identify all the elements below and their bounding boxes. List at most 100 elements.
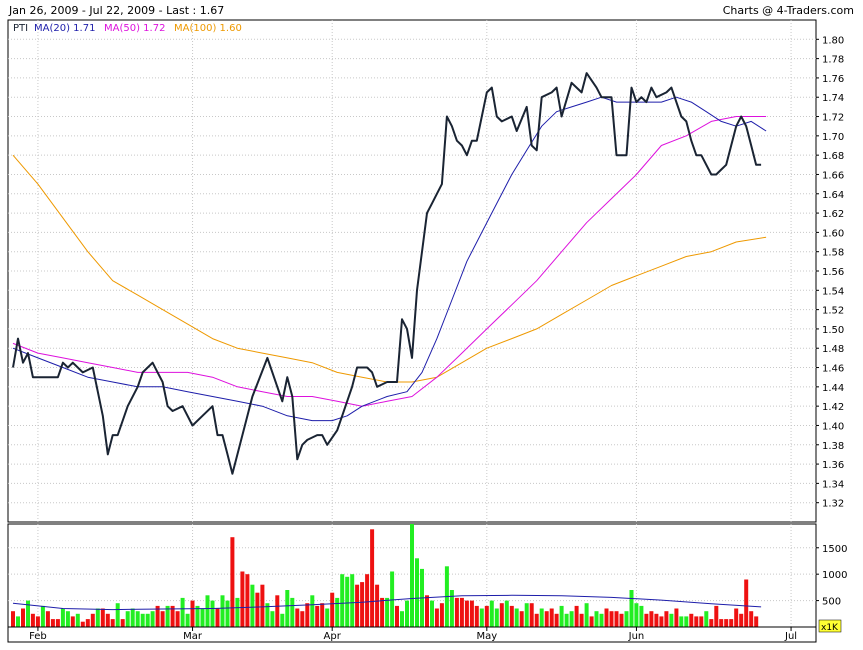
volume-bar xyxy=(150,611,155,627)
volume-bar xyxy=(614,611,619,627)
volume-bar xyxy=(579,613,584,627)
volume-bar xyxy=(464,600,469,627)
volume-bar xyxy=(290,597,295,627)
price-tick-label: 1.74 xyxy=(822,93,844,104)
volume-bar xyxy=(380,597,385,627)
volume-bar xyxy=(674,608,679,627)
volume-bar xyxy=(245,574,250,627)
volume-bar xyxy=(589,616,594,627)
volume-bar xyxy=(724,619,729,627)
volume-bar xyxy=(554,613,559,627)
volume-bar xyxy=(140,613,145,627)
volume-bar xyxy=(260,584,265,627)
volume-bar xyxy=(320,603,325,627)
volume-bar xyxy=(275,595,280,627)
volume-bar xyxy=(45,611,50,627)
volume-bar xyxy=(135,611,140,627)
volume-bar xyxy=(21,608,25,627)
volume-bar xyxy=(130,608,135,627)
volume-bar xyxy=(569,611,574,627)
volume-bar xyxy=(699,616,704,627)
legend-ma100: MA(100) 1.60 xyxy=(174,23,242,34)
price-tick-label: 1.58 xyxy=(822,248,844,259)
volume-bar xyxy=(285,590,290,627)
volume-bar xyxy=(110,619,115,627)
price-panel xyxy=(7,19,817,523)
price-tick-label: 1.60 xyxy=(822,228,844,239)
price-tick-label: 1.32 xyxy=(822,499,844,510)
legend-ma50: MA(50) 1.72 xyxy=(104,23,165,34)
price-tick-label: 1.48 xyxy=(822,344,844,355)
volume-bar xyxy=(425,595,429,627)
volume-bar xyxy=(454,597,459,627)
volume-bar xyxy=(400,611,404,627)
volume-bar xyxy=(549,608,554,627)
price-tick-label: 1.54 xyxy=(822,286,844,297)
volume-bar xyxy=(85,619,90,627)
volume-bar xyxy=(489,600,494,627)
volume-bar xyxy=(639,605,644,627)
volume-bar xyxy=(669,613,674,627)
volume-bar xyxy=(509,605,514,627)
volume-tick-label: 1500 xyxy=(822,544,847,555)
volume-bar xyxy=(754,616,759,627)
price-tick-label: 1.78 xyxy=(822,55,844,66)
volume-bar xyxy=(714,605,719,627)
volume-bar xyxy=(459,597,464,627)
volume-bar xyxy=(729,619,734,627)
volume-bar xyxy=(270,611,275,627)
volume-bar xyxy=(689,613,694,627)
price-tick-label: 1.42 xyxy=(822,402,844,413)
volume-bar xyxy=(609,611,614,627)
volume-bar xyxy=(365,574,370,627)
volume-bar xyxy=(55,619,60,627)
price-tick-label: 1.80 xyxy=(822,35,844,46)
volume-bar xyxy=(584,603,589,627)
x-tick-label: May xyxy=(476,631,497,642)
volume-bar xyxy=(529,603,534,627)
volume-bar xyxy=(50,619,55,627)
price-tick-label: 1.70 xyxy=(822,132,844,143)
volume-y-axis: 500 1000 1500 xyxy=(816,544,847,608)
volume-bar xyxy=(624,611,629,627)
volume-bar xyxy=(469,600,474,627)
x-tick-label: Mar xyxy=(183,631,203,642)
volume-bar xyxy=(684,616,689,627)
volume-bar xyxy=(225,600,230,627)
volume-bar xyxy=(479,608,484,627)
volume-bar xyxy=(160,611,165,627)
volume-tick-label: 1000 xyxy=(822,570,847,581)
volume-bar xyxy=(375,584,380,627)
price-tick-label: 1.72 xyxy=(822,113,844,124)
volume-bar xyxy=(310,595,315,627)
volume-bar xyxy=(120,619,125,627)
volume-bar xyxy=(220,595,225,627)
volume-bar xyxy=(240,571,245,627)
volume-bar xyxy=(345,576,350,627)
volume-bar xyxy=(694,616,699,627)
volume-bar xyxy=(664,611,669,627)
volume-bar xyxy=(235,597,240,627)
volume-bar xyxy=(519,611,524,627)
price-tick-label: 1.64 xyxy=(822,190,844,201)
volume-multiplier-label: x1K xyxy=(821,623,839,633)
volume-bar xyxy=(564,613,569,627)
volume-bar xyxy=(60,608,65,627)
volume-bar xyxy=(594,611,599,627)
volume-bar xyxy=(80,621,85,627)
price-tick-label: 1.34 xyxy=(822,479,844,490)
volume-bar xyxy=(544,611,549,627)
volume-bar xyxy=(719,619,724,627)
price-tick-label: 1.40 xyxy=(822,421,844,432)
price-tick-label: 1.52 xyxy=(822,306,844,317)
volume-bar xyxy=(434,608,439,627)
x-tick-label: Jul xyxy=(784,631,797,642)
volume-bar xyxy=(659,616,664,627)
volume-bar xyxy=(125,611,130,627)
volume-bar xyxy=(115,603,120,627)
volume-bar xyxy=(11,611,15,627)
volume-bar xyxy=(649,611,654,627)
volume-bar xyxy=(70,616,75,627)
volume-bar xyxy=(749,611,754,627)
volume-bar xyxy=(634,603,639,627)
